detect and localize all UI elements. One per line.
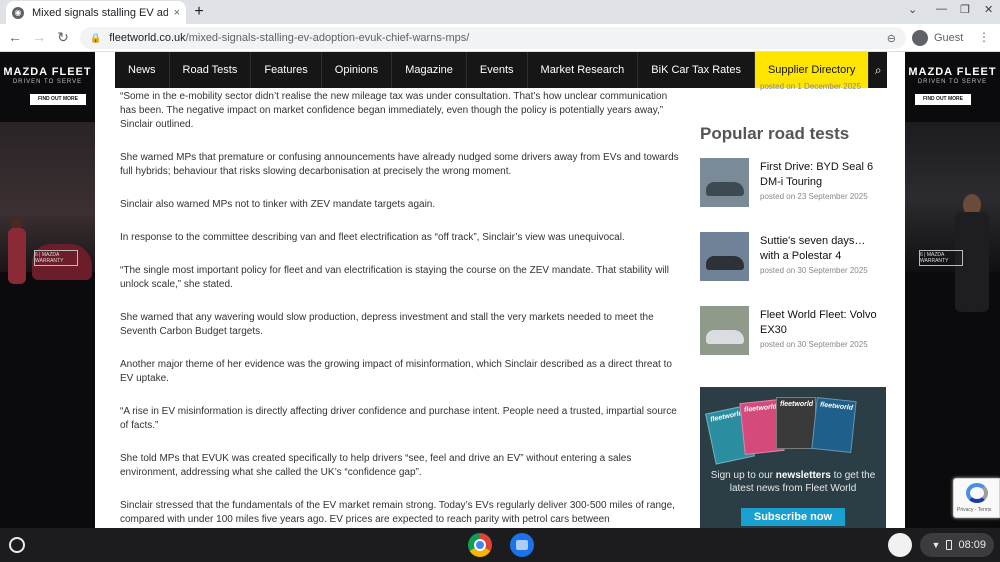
road-test-thumbnail[interactable]	[700, 158, 749, 207]
battery-icon	[946, 540, 953, 550]
car-image	[706, 182, 744, 196]
road-test-title[interactable]: Suttie's seven days… with a Polestar 4	[760, 234, 886, 264]
ad-person	[8, 228, 26, 284]
newsletter-text-bold: newsletters	[775, 470, 831, 481]
toolbar: ← → ↻ 🔒 fleetworld.co.uk/mixed-signals-s…	[0, 24, 1000, 52]
road-test-thumbnail[interactable]	[700, 306, 749, 355]
article-paragraph: “A rise in EV misinformation is directly…	[120, 406, 677, 431]
article-paragraph: “Some in the e-mobility sector didn’t re…	[120, 91, 668, 130]
road-test-thumbnail[interactable]	[700, 232, 749, 281]
restore-icon[interactable]: ❐	[960, 3, 970, 16]
ad-tagline: DRIVEN TO SERVE	[917, 79, 988, 85]
os-shelf: ▼ 08:09	[0, 528, 1000, 562]
right-skyscraper-ad[interactable]: MAZDA FLEET DRIVEN TO SERVE FIND OUT MOR…	[905, 52, 1000, 528]
tab-title: Mixed signals stalling EV adoptio	[32, 6, 168, 19]
browser-tab[interactable]: ◉ Mixed signals stalling EV adoptio ×	[6, 1, 186, 24]
ad-tagline: DRIVEN TO SERVE	[12, 79, 83, 85]
nav-opinions[interactable]: Opinions	[322, 52, 393, 88]
avatar-icon	[912, 30, 928, 46]
nav-features[interactable]: Features	[251, 52, 322, 88]
ad-find-out-more-button[interactable]: FIND OUT MORE	[915, 94, 971, 105]
lock-icon[interactable]: 🔒	[90, 33, 101, 44]
popular-road-tests-heading: Popular road tests	[700, 124, 850, 143]
clock: 08:09	[958, 539, 986, 551]
article-paragraph: In response to the committee describing …	[120, 232, 625, 243]
nav-news[interactable]: News	[115, 52, 170, 88]
ad-brand: MAZDA FLEET	[3, 66, 92, 78]
article-paragraph: She told MPs that EVUK was created speci…	[120, 453, 632, 478]
article-paragraph: Sinclair also warned MPs not to tinker w…	[120, 199, 436, 210]
article-paragraph: “The single most important policy for fl…	[120, 265, 669, 290]
road-test-date: posted on 23 September 2025	[760, 192, 868, 201]
recaptcha-links[interactable]: Privacy - Terms	[957, 507, 991, 513]
url-text[interactable]: fleetworld.co.uk/mixed-signals-stalling-…	[109, 32, 887, 44]
article-paragraph: She warned MPs that premature or confusi…	[120, 152, 679, 177]
launcher-icon[interactable]	[9, 537, 25, 553]
recaptcha-icon	[966, 483, 988, 503]
nav-road-tests[interactable]: Road Tests	[170, 52, 252, 88]
article-paragraph: Another major theme of her evidence was …	[120, 359, 672, 384]
site-favicon-icon: ◉	[12, 6, 24, 19]
nav-events[interactable]: Events	[467, 52, 528, 88]
main-content: News Road Tests Features Opinions Magazi…	[95, 52, 905, 528]
forward-icon[interactable]: →	[30, 29, 48, 45]
tab-search-icon[interactable]: ⌄	[908, 3, 917, 16]
road-test-item[interactable]: Suttie's seven days… with a Polestar 4 p…	[700, 232, 886, 284]
road-test-item[interactable]: Fleet World Fleet: Volvo EX30 posted on …	[700, 306, 886, 358]
tab-close-icon[interactable]: ×	[174, 7, 180, 19]
menu-icon[interactable]: ⋮	[978, 30, 990, 44]
close-window-icon[interactable]: ✕	[984, 3, 993, 16]
article-paragraph: She warned that any wavering would slow …	[120, 312, 654, 337]
road-test-title[interactable]: First Drive: BYD Seal 6 DM-i Touring	[760, 160, 886, 190]
url-path: /mixed-signals-stalling-ev-adoption-evuk…	[185, 32, 470, 44]
address-bar[interactable]: 🔒 fleetworld.co.uk/mixed-signals-stallin…	[80, 27, 906, 49]
zoom-icon[interactable]: ⊖	[887, 32, 896, 45]
new-tab-button[interactable]: +	[190, 3, 208, 21]
profile-label: Guest	[934, 32, 964, 44]
article-body: “Some in the e-mobility sector didn’t re…	[120, 90, 680, 528]
search-icon[interactable]: ⌕	[869, 52, 887, 88]
files-app-icon[interactable]	[510, 533, 534, 557]
road-test-title[interactable]: Fleet World Fleet: Volvo EX30	[760, 308, 886, 338]
reload-icon[interactable]: ↻	[54, 29, 72, 46]
back-icon[interactable]: ←	[6, 29, 24, 45]
ad-warranty-badge: 6 | MAZDA WARRANTY	[34, 250, 78, 266]
url-host: fleetworld.co.uk	[109, 32, 186, 44]
magazine-covers: fleetworld fleetworld fleetworld fleetwo…	[705, 395, 870, 465]
tab-strip: ◉ Mixed signals stalling EV adoptio × + …	[0, 0, 1000, 24]
nav-market-research[interactable]: Market Research	[528, 52, 639, 88]
newsletter-text: Sign up to our newsletters to get the la…	[710, 469, 876, 495]
car-image	[706, 330, 744, 344]
newsletter-promo[interactable]: fleetworld fleetworld fleetworld fleetwo…	[700, 387, 886, 528]
left-skyscraper-ad[interactable]: MAZDA FLEET DRIVEN TO SERVE FIND OUT MOR…	[0, 52, 95, 528]
road-test-date: posted on 30 September 2025	[760, 266, 868, 275]
posted-date: posted on 1 December 2025	[760, 82, 861, 91]
article-paragraph: Sinclair stressed that the fundamentals …	[120, 500, 675, 525]
ad-find-out-more-button[interactable]: FIND OUT MORE	[30, 94, 86, 105]
recaptcha-badge[interactable]: Privacy - Terms	[953, 478, 1000, 518]
magazine-cover: fleetworld	[776, 397, 816, 449]
road-test-item[interactable]: First Drive: BYD Seal 6 DM-i Touring pos…	[700, 158, 886, 210]
web-page: MAZDA FLEET DRIVEN TO SERVE FIND OUT MOR…	[0, 52, 1000, 528]
ad-warranty-badge: 6 | MAZDA WARRANTY	[919, 250, 963, 266]
wifi-icon: ▼	[931, 540, 941, 550]
road-test-date: posted on 30 September 2025	[760, 340, 868, 349]
ad-brand: MAZDA FLEET	[908, 66, 997, 78]
nav-magazine[interactable]: Magazine	[392, 52, 467, 88]
magazine-cover: fleetworld	[811, 397, 857, 453]
chrome-icon[interactable]	[468, 533, 492, 557]
nav-bik-car-tax-rates[interactable]: BiK Car Tax Rates	[638, 52, 755, 88]
profile-button[interactable]: Guest	[912, 28, 963, 48]
newsletter-text-pre: Sign up to our	[710, 470, 776, 481]
subscribe-now-button[interactable]: Subscribe now	[741, 508, 845, 526]
car-image	[706, 256, 744, 270]
minimize-icon[interactable]: —	[936, 3, 947, 15]
tray-document-icon[interactable]	[888, 533, 912, 557]
status-tray[interactable]: ▼ 08:09	[920, 533, 994, 557]
